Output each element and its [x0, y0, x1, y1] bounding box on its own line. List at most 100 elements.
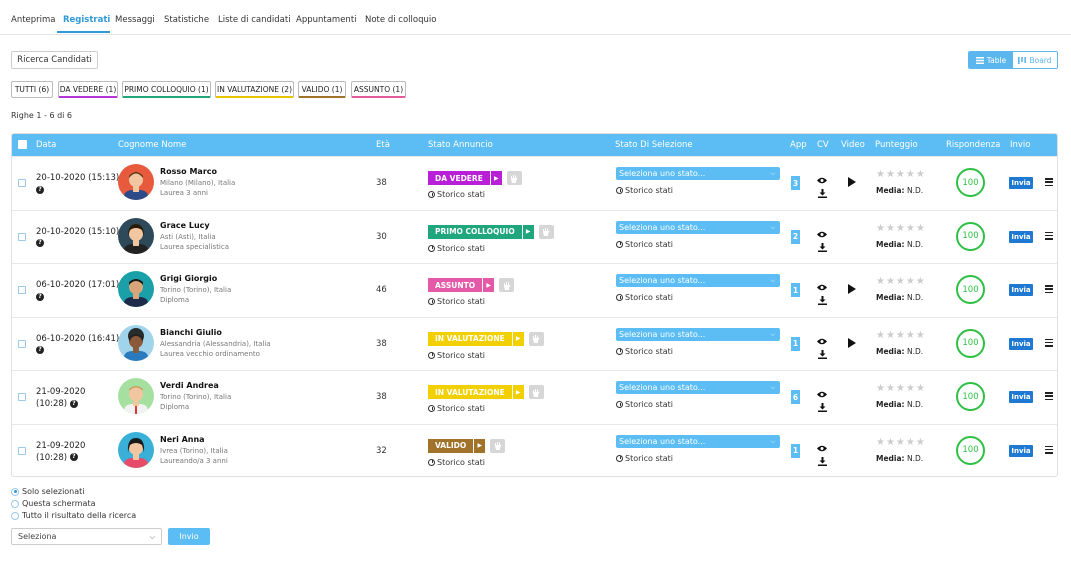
col-rispondenza[interactable]: Rispondenza — [946, 140, 1000, 150]
row-checkbox[interactable] — [18, 393, 26, 401]
candidate-name[interactable]: Verdi Andrea — [160, 381, 219, 390]
radio-tutto-il-risultato[interactable]: Tutto il risultato della ricerca — [11, 511, 136, 520]
status-next-arrow-icon[interactable]: ▶ — [483, 278, 495, 292]
help-icon[interactable]: ? — [69, 453, 78, 461]
storico-stati-annuncio-link[interactable]: Storico stati — [428, 297, 485, 306]
storico-stati-selezione-link[interactable]: Storico stati — [616, 186, 673, 195]
storico-stati-annuncio-link[interactable]: Storico stati — [428, 351, 485, 360]
storico-stati-selezione-link[interactable]: Storico stati — [616, 347, 673, 356]
play-icon[interactable] — [848, 337, 856, 348]
board-view-button[interactable]: Board — [1013, 52, 1057, 68]
invia-button[interactable]: Invia — [1009, 177, 1033, 189]
menu-icon[interactable] — [1045, 445, 1053, 456]
table-view-button[interactable]: Table — [969, 52, 1013, 68]
status-next-arrow-icon[interactable]: ▶ — [512, 331, 524, 346]
app-count-badge[interactable]: 1 — [791, 283, 800, 297]
help-icon[interactable]: ? — [36, 292, 44, 301]
candidate-name[interactable]: Neri Anna — [160, 435, 205, 444]
help-icon[interactable]: ? — [36, 185, 44, 194]
hand-icon[interactable] — [499, 278, 515, 292]
rating-stars[interactable]: ★★★★★ — [876, 223, 926, 234]
candidate-name[interactable]: Rosso Marco — [160, 167, 217, 176]
tab-statistiche[interactable]: Statistiche — [164, 15, 209, 25]
filter-valido[interactable]: VALIDO (1) — [298, 81, 346, 98]
candidate-name[interactable]: Grace Lucy — [160, 221, 210, 230]
rating-stars[interactable]: ★★★★★ — [876, 276, 926, 287]
app-count-badge[interactable]: 2 — [791, 229, 800, 244]
invia-button[interactable]: Invia — [1009, 391, 1033, 403]
col-invio[interactable]: Invio — [1010, 140, 1031, 150]
tab-appuntamenti[interactable]: Appuntamenti — [296, 15, 357, 25]
col-cognome-nome[interactable]: Cognome Nome — [118, 140, 186, 150]
invia-button[interactable]: Invia — [1009, 284, 1033, 296]
menu-icon[interactable] — [1045, 231, 1053, 242]
storico-stati-selezione-link[interactable]: Storico stati — [616, 454, 673, 463]
col-punteggio[interactable]: Punteggio — [875, 140, 918, 150]
stato-selezione-select[interactable]: Seleziona uno stato... ⌵ — [616, 327, 780, 341]
row-checkbox[interactable] — [18, 446, 26, 455]
filter-primo-colloquio[interactable]: PRIMO COLLOQUIO (1) — [122, 81, 211, 98]
col-cv[interactable]: CV — [817, 140, 829, 150]
hand-icon[interactable] — [528, 331, 544, 346]
hand-icon[interactable] — [506, 171, 522, 185]
row-checkbox[interactable] — [18, 339, 26, 348]
col-data[interactable]: Data — [36, 140, 56, 150]
tab-anteprima[interactable]: Anteprima — [11, 15, 56, 25]
status-badge-da-vedere[interactable]: DA VEDERE — [428, 171, 490, 185]
download-icon[interactable] — [818, 451, 827, 470]
stato-selezione-select[interactable]: Seleziona uno stato... ⌵ — [616, 434, 780, 448]
help-icon[interactable]: ? — [36, 346, 44, 354]
rating-stars[interactable]: ★★★★★ — [876, 437, 926, 448]
bulk-action-select[interactable]: Seleziona ⌵ — [11, 528, 162, 545]
row-checkbox[interactable] — [18, 179, 26, 187]
filter-da-vedere[interactable]: DA VEDERE (1) — [58, 81, 118, 98]
app-count-badge[interactable]: 6 — [791, 390, 800, 404]
status-badge-primo-colloquio[interactable]: PRIMO COLLOQUIO — [428, 224, 522, 239]
download-icon[interactable] — [818, 344, 827, 363]
hand-icon[interactable] — [490, 438, 506, 453]
radio-questa-schermata[interactable]: Questa schermata — [11, 499, 95, 508]
stato-selezione-select[interactable]: Seleziona uno stato... ⌵ — [616, 220, 780, 234]
invia-button[interactable]: Invia — [1009, 230, 1033, 243]
status-badge-assunto[interactable]: ASSUNTO — [428, 278, 483, 292]
col-stato-di-selezione[interactable]: Stato Di Selezione — [615, 140, 693, 150]
ricerca-candidati-button[interactable]: Ricerca Candidati — [11, 51, 98, 69]
status-next-arrow-icon[interactable]: ▶ — [512, 385, 524, 399]
tab-note-di-colloquio[interactable]: Note di colloquio — [365, 15, 436, 25]
row-checkbox[interactable] — [18, 286, 26, 294]
filter-tutti[interactable]: TUTTI (6) — [11, 81, 53, 98]
tab-registrati[interactable]: Registrati — [63, 15, 110, 25]
app-count-badge[interactable]: 1 — [791, 443, 800, 458]
invia-button[interactable]: Invia — [1009, 444, 1033, 457]
status-next-arrow-icon[interactable]: ▶ — [474, 438, 486, 453]
menu-icon[interactable] — [1045, 285, 1053, 295]
help-icon[interactable]: ? — [36, 239, 44, 247]
tab-messaggi[interactable]: Messaggi — [115, 15, 155, 25]
col-stato-annuncio[interactable]: Stato Annuncio — [428, 140, 493, 150]
download-icon[interactable] — [818, 397, 827, 416]
stato-selezione-select[interactable]: Seleziona uno stato... ⌵ — [616, 381, 780, 394]
download-icon[interactable] — [818, 183, 827, 202]
menu-icon[interactable] — [1045, 338, 1053, 349]
play-icon[interactable] — [848, 284, 856, 294]
stato-selezione-select[interactable]: Seleziona uno stato... ⌵ — [616, 274, 780, 287]
rating-stars[interactable]: ★★★★★ — [876, 169, 926, 180]
storico-stati-annuncio-link[interactable]: Storico stati — [428, 458, 485, 467]
storico-stati-annuncio-link[interactable]: Storico stati — [428, 244, 485, 253]
candidate-name[interactable]: Grigi Giorgio — [160, 274, 217, 283]
filter-in-valutazione[interactable]: IN VALUTAZIONE (2) — [215, 81, 294, 98]
menu-icon[interactable] — [1045, 392, 1053, 402]
stato-selezione-select[interactable]: Seleziona uno stato... ⌵ — [616, 167, 780, 180]
storico-stati-annuncio-link[interactable]: Storico stati — [428, 404, 485, 413]
play-icon[interactable] — [848, 177, 856, 187]
help-icon[interactable]: ? — [69, 399, 78, 408]
status-badge-in-valutazione[interactable]: IN VALUTAZIONE — [428, 331, 512, 346]
col-app[interactable]: App — [790, 140, 807, 150]
invio-button[interactable]: Invio — [168, 528, 210, 545]
status-next-arrow-icon[interactable]: ▶ — [490, 171, 502, 185]
tab-liste-di-candidati[interactable]: Liste di candidati — [218, 15, 291, 25]
app-count-badge[interactable]: 1 — [791, 336, 800, 351]
download-icon[interactable] — [818, 290, 827, 309]
hand-icon[interactable] — [528, 385, 544, 399]
row-checkbox[interactable] — [18, 232, 26, 241]
